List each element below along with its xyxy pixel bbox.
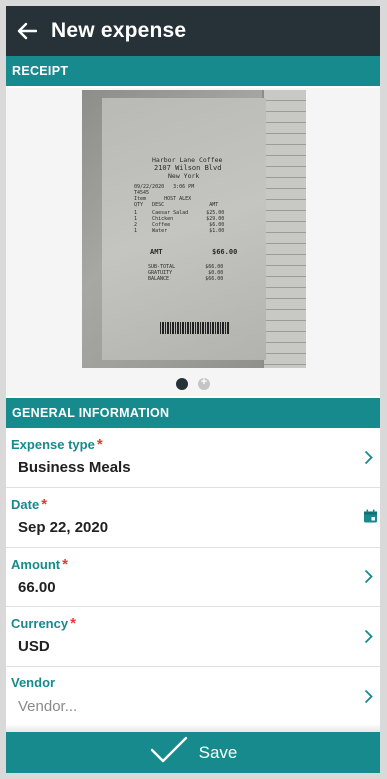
expense-type-field[interactable]: Expense type * Business Meals: [6, 428, 380, 488]
vendor-input[interactable]: Vendor...: [18, 698, 77, 715]
add-page-icon[interactable]: [198, 376, 210, 390]
receipt-header-row: QTY DESC AMT: [134, 202, 219, 208]
save-button[interactable]: Save: [6, 732, 380, 773]
checkmark-icon: [149, 736, 189, 769]
chevron-right-icon[interactable]: [362, 687, 374, 705]
receipt-amt-value: $66.00: [212, 248, 238, 256]
general-section-header: GENERAL INFORMATION: [6, 398, 380, 428]
receipt-carousel[interactable]: Harbor Lane Coffee 2107 Wilson Blvd New …: [6, 88, 380, 396]
date-label: Date: [11, 496, 40, 512]
pager-dot-active[interactable]: [176, 378, 188, 390]
receipt-image[interactable]: Harbor Lane Coffee 2107 Wilson Blvd New …: [82, 90, 306, 368]
chevron-right-icon[interactable]: [362, 448, 374, 466]
calendar-icon[interactable]: [362, 508, 378, 526]
receipt-city: New York: [168, 172, 200, 180]
page-title: New expense: [51, 19, 187, 42]
receipt-barcode: [160, 322, 230, 334]
receipt-total-line: BALANCE $66.00: [148, 276, 224, 282]
date-value: Sep 22, 2020: [18, 518, 109, 536]
receipt-section-header: RECEIPT: [6, 56, 380, 86]
chevron-right-icon[interactable]: [362, 627, 374, 645]
required-marker: *: [70, 615, 76, 633]
amount-value: 66.00: [18, 578, 56, 596]
receipt-paper: Harbor Lane Coffee 2107 Wilson Blvd New …: [102, 98, 266, 360]
expense-type-label: Expense type: [11, 437, 95, 452]
required-marker: *: [96, 436, 103, 453]
required-marker: *: [62, 555, 68, 573]
chevron-right-icon[interactable]: [362, 568, 374, 586]
vendor-label: Vendor: [11, 675, 56, 691]
amount-label: Amount: [11, 556, 61, 572]
receipt-merchant: Harbor Lane Coffee: [152, 156, 223, 164]
currency-value: USD: [18, 638, 50, 656]
expense-type-value: Business Meals: [18, 459, 131, 476]
app-bar: New expense: [6, 6, 380, 56]
receipt-address: 2107 Wilson Blvd: [154, 164, 222, 172]
currency-label: Currency: [11, 616, 69, 632]
currency-field[interactable]: Currency * USD: [6, 607, 380, 668]
date-field[interactable]: Date * Sep 22, 2020: [6, 487, 380, 548]
phone-screen: New expense RECEIPT Harbor Lane Coffee 2…: [6, 6, 380, 773]
receipt-item: 1 Water $1.00: [134, 228, 225, 234]
amount-field[interactable]: Amount * 66.00: [6, 547, 380, 608]
arrow-left-icon[interactable]: [8, 6, 46, 56]
expense-form: Expense type * Business Meals Date * Sep 2…: [6, 428, 380, 727]
notebook-background: [262, 90, 306, 368]
vendor-field[interactable]: Vendor Vendor...: [6, 667, 380, 727]
carousel-pager: [6, 376, 380, 390]
required-marker: *: [41, 495, 48, 513]
receipt-amt-label: AMT: [150, 248, 163, 256]
save-button-label: Save: [198, 742, 238, 762]
scroll-fade: [6, 724, 380, 732]
